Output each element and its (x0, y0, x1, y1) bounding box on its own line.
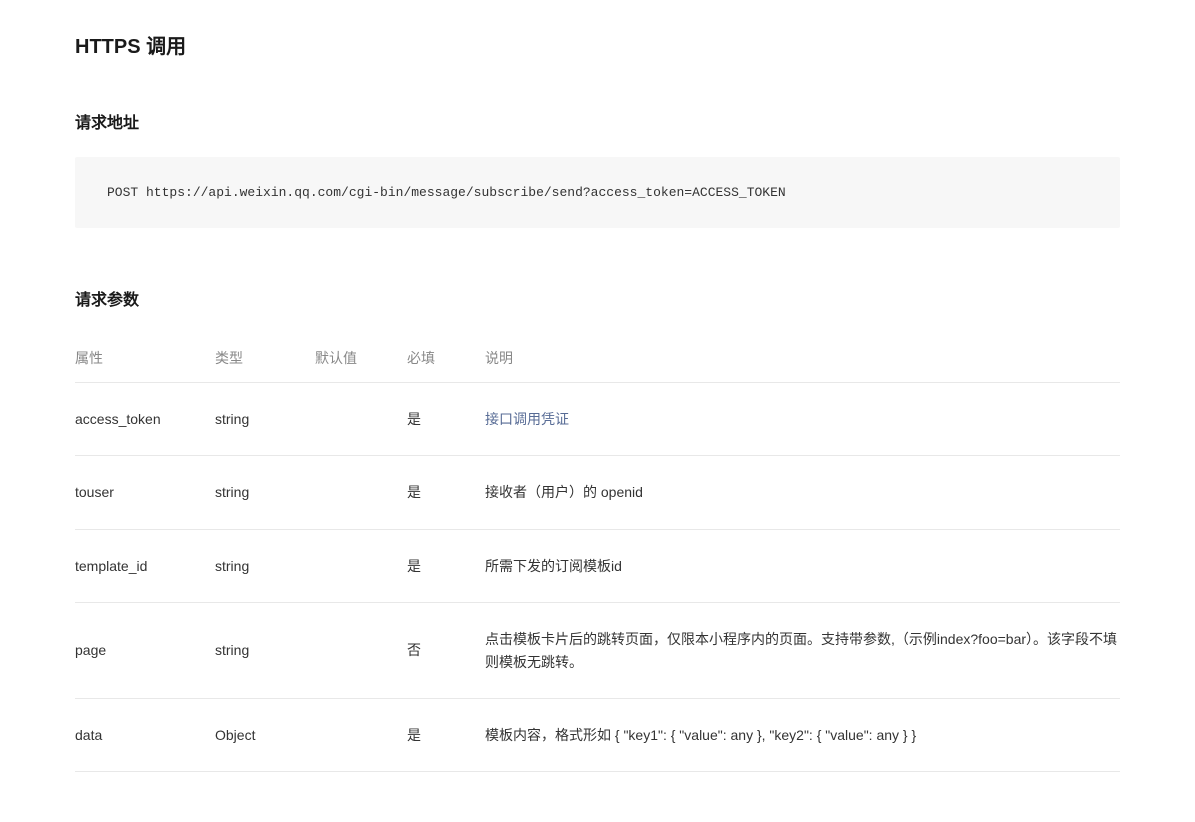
cell-desc: 点击模板卡片后的跳转页面，仅限本小程序内的页面。支持带参数,（示例index?f… (485, 603, 1120, 699)
cell-attr: touser (75, 456, 215, 529)
cell-required: 是 (407, 456, 485, 529)
page-title: HTTPS 调用 (75, 30, 1120, 59)
cell-default (315, 529, 407, 602)
cell-required: 否 (407, 603, 485, 699)
cell-attr: access_token (75, 383, 215, 456)
cell-type: string (215, 456, 315, 529)
table-header-desc: 说明 (485, 334, 1120, 383)
cell-attr: data (75, 698, 215, 771)
section-request-params: 请求参数 (75, 286, 1120, 310)
cell-default (315, 698, 407, 771)
cell-default (315, 456, 407, 529)
cell-attr: page (75, 603, 215, 699)
table-row: template_id string 是 所需下发的订阅模板id (75, 529, 1120, 602)
code-block-request-url: POST https://api.weixin.qq.com/cgi-bin/m… (75, 157, 1120, 228)
cell-desc: 接收者（用户）的 openid (485, 456, 1120, 529)
table-row: touser string 是 接收者（用户）的 openid (75, 456, 1120, 529)
cell-desc: 接口调用凭证 (485, 383, 1120, 456)
section-request-url: 请求地址 (75, 109, 1120, 133)
desc-link[interactable]: 接口调用凭证 (485, 411, 569, 427)
params-table: 属性 类型 默认值 必填 说明 access_token string 是 接口… (75, 334, 1120, 772)
table-header-required: 必填 (407, 334, 485, 383)
table-header-attr: 属性 (75, 334, 215, 383)
table-row: data Object 是 模板内容，格式形如 { "key1": { "val… (75, 698, 1120, 771)
table-header-default: 默认值 (315, 334, 407, 383)
table-header-type: 类型 (215, 334, 315, 383)
cell-default (315, 383, 407, 456)
code-text: POST https://api.weixin.qq.com/cgi-bin/m… (107, 185, 1088, 200)
cell-default (315, 603, 407, 699)
cell-type: string (215, 603, 315, 699)
cell-attr: template_id (75, 529, 215, 602)
cell-type: string (215, 383, 315, 456)
cell-type: string (215, 529, 315, 602)
cell-type: Object (215, 698, 315, 771)
table-row: page string 否 点击模板卡片后的跳转页面，仅限本小程序内的页面。支持… (75, 603, 1120, 699)
table-row: access_token string 是 接口调用凭证 (75, 383, 1120, 456)
cell-desc: 所需下发的订阅模板id (485, 529, 1120, 602)
cell-required: 是 (407, 698, 485, 771)
cell-desc: 模板内容，格式形如 { "key1": { "value": any }, "k… (485, 698, 1120, 771)
cell-required: 是 (407, 529, 485, 602)
cell-required: 是 (407, 383, 485, 456)
